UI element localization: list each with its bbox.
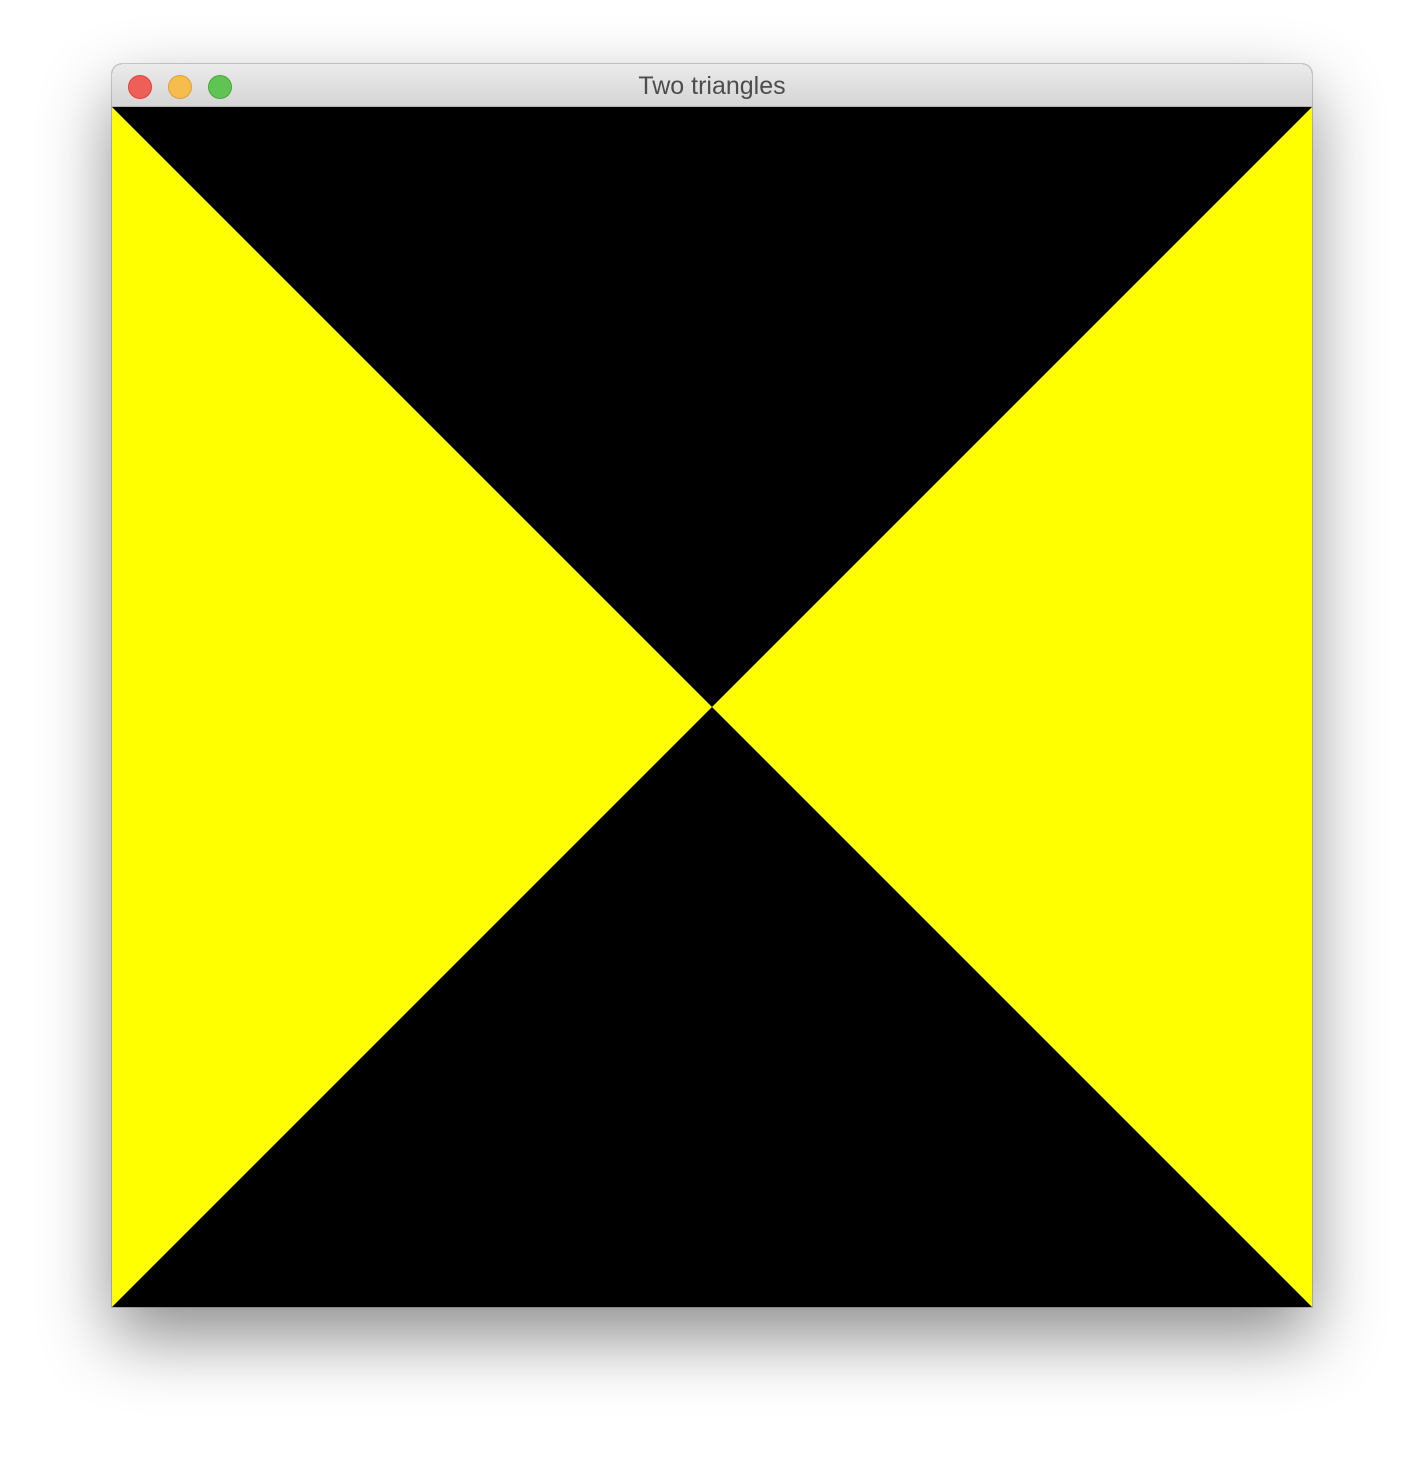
- app-window: Two triangles: [112, 64, 1312, 1307]
- title-bar[interactable]: Two triangles: [112, 64, 1312, 107]
- render-canvas: [112, 107, 1312, 1307]
- window-title: Two triangles: [638, 72, 786, 100]
